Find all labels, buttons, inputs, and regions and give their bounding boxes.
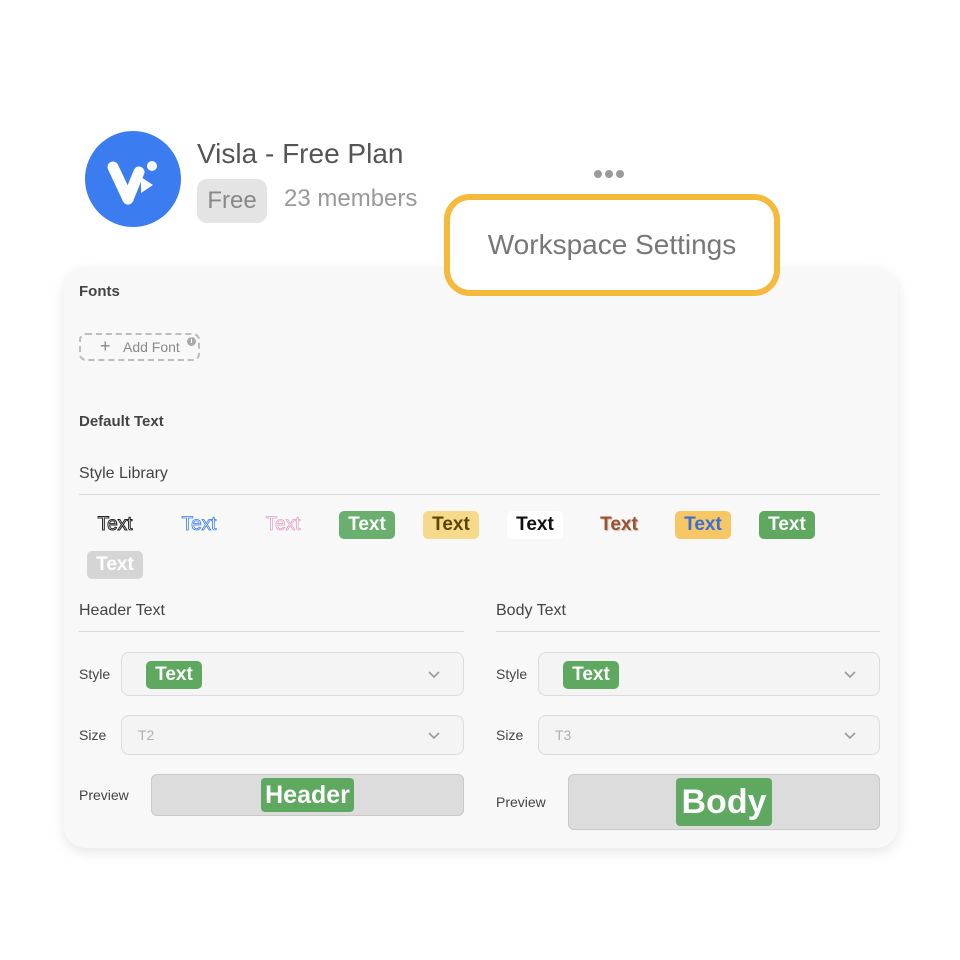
header-style-select[interactable]: Text xyxy=(121,652,464,696)
body-text-divider xyxy=(496,631,880,632)
header-size-label: Size xyxy=(79,727,107,743)
workspace-logo xyxy=(85,131,181,227)
style-chip-yellow[interactable]: Text xyxy=(423,511,479,539)
fonts-title: Fonts xyxy=(79,283,120,300)
ellipsis-icon[interactable] xyxy=(594,170,624,178)
header-preview-box: Header xyxy=(151,774,464,816)
header-size-value: T2 xyxy=(138,727,155,743)
workspace-name: Visla - Free Plan xyxy=(197,138,404,169)
info-icon[interactable]: i xyxy=(187,337,196,346)
style-chip-green[interactable]: Text xyxy=(339,511,395,539)
style-chip-dark-green[interactable]: Text xyxy=(759,511,815,539)
body-preview-box: Body xyxy=(568,774,880,830)
style-chip-outline-black[interactable]: Text xyxy=(87,511,143,539)
style-chip-white[interactable]: Text xyxy=(507,511,563,539)
plus-icon: + xyxy=(100,336,111,356)
workspace-settings-button[interactable]: Workspace Settings xyxy=(444,194,780,296)
chevron-down-icon xyxy=(428,732,440,740)
body-preview-text: Body xyxy=(676,778,772,826)
style-chip-outline-pink[interactable]: Text xyxy=(255,511,311,539)
header-style-value: Text xyxy=(146,661,202,689)
header-size-select[interactable]: T2 xyxy=(121,715,464,755)
style-library-divider xyxy=(79,494,880,495)
body-text-title: Body Text xyxy=(496,602,566,619)
body-style-select[interactable]: Text xyxy=(538,652,880,696)
chevron-down-icon xyxy=(844,671,856,679)
body-size-select[interactable]: T3 xyxy=(538,715,880,755)
body-size-value: T3 xyxy=(555,727,572,743)
header-style-label: Style xyxy=(79,666,111,682)
style-chip-gray[interactable]: Text xyxy=(87,551,143,579)
header-text-title: Header Text xyxy=(79,602,165,619)
add-font-button[interactable]: + Add Font i xyxy=(79,333,200,361)
style-chip-orange-blue[interactable]: Text xyxy=(675,511,731,539)
body-preview-label: Preview xyxy=(496,794,546,810)
header-text-divider xyxy=(79,631,464,632)
style-chip-brown-shadow[interactable]: Text xyxy=(591,511,647,539)
chevron-down-icon xyxy=(428,671,440,679)
add-font-label: Add Font xyxy=(123,339,180,355)
body-style-label: Style xyxy=(496,666,528,682)
style-chip-outline-blue[interactable]: Text xyxy=(171,511,227,539)
body-style-value: Text xyxy=(563,661,619,689)
member-count: 23 members xyxy=(284,185,418,212)
visla-logo-icon xyxy=(107,161,157,205)
style-library-label: Style Library xyxy=(79,465,168,482)
header-preview-text: Header xyxy=(261,778,354,812)
chevron-down-icon xyxy=(844,732,856,740)
header-preview-label: Preview xyxy=(79,787,129,803)
plan-badge: Free xyxy=(197,179,267,223)
body-size-label: Size xyxy=(496,727,524,743)
default-text-title: Default Text xyxy=(79,413,164,430)
